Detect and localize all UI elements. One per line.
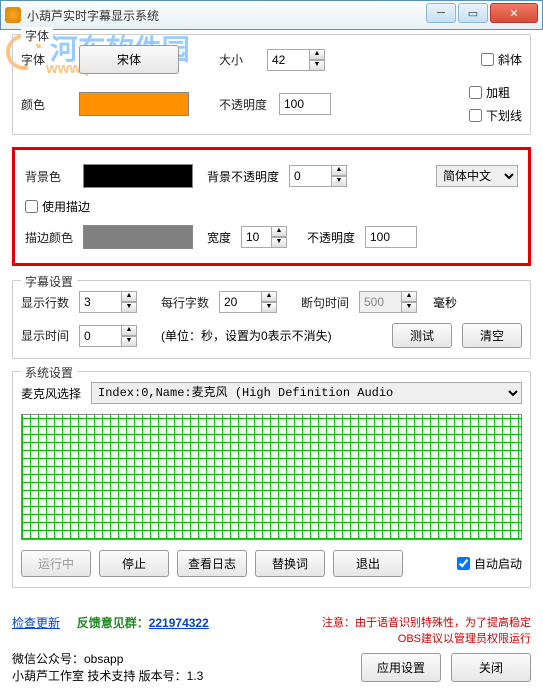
subtitle-group-label: 字幕设置 — [21, 273, 77, 290]
minimize-button[interactable]: ─ — [426, 3, 456, 23]
chevron-up-icon[interactable]: ▲ — [309, 49, 325, 60]
gap-label: 断句时间 — [301, 294, 359, 311]
duration-spinner[interactable]: ▲▼ — [79, 325, 137, 347]
bgopacity-label: 背景不透明度 — [207, 168, 289, 185]
feedback-label: 反馈意见群：221974322 — [77, 616, 209, 630]
studio-info: 小葫芦工作室 技术支持 版本号：1.3 — [12, 667, 203, 684]
footer: 检查更新 反馈意见群：221974322 注意：由于语音识别特殊性，为了提高稳定… — [0, 608, 543, 690]
maximize-button[interactable]: ▭ — [458, 3, 488, 23]
mic-select[interactable]: Index:0,Name:麦克风 (High Definition Audio — [91, 382, 522, 404]
chars-spinner[interactable]: ▲▼ — [219, 291, 277, 313]
stroke-opacity-input[interactable] — [365, 226, 417, 248]
width-label: 宽度 — [207, 229, 241, 246]
stroke-width-spinner[interactable]: ▲▼ — [241, 226, 287, 248]
subtitle-group: 字幕设置 显示行数 ▲▼ 每行字数 ▲▼ 断句时间 ▲▼ 毫秒 显示时间 ▲▼ … — [12, 280, 531, 359]
size-label: 大小 — [219, 51, 267, 68]
opacity-input[interactable] — [279, 93, 331, 115]
system-group-label: 系统设置 — [21, 364, 77, 381]
exit-button[interactable]: 退出 — [333, 550, 403, 577]
font-group-label: 字体 — [21, 27, 53, 44]
stop-button[interactable]: 停止 — [99, 550, 169, 577]
font-group: 字体 字体 宋体 大小 ▲▼ 斜体 颜色 不透明度 加粗 下划线 — [12, 34, 531, 135]
close-footer-button[interactable]: 关闭 — [451, 653, 531, 682]
bgcolor-label: 背景色 — [25, 168, 83, 185]
audio-waveform-grid — [21, 414, 522, 540]
mic-label: 麦克风选择 — [21, 385, 91, 402]
chars-label: 每行字数 — [161, 294, 219, 311]
chevron-down-icon[interactable]: ▼ — [309, 60, 325, 71]
duration-note: (单位：秒，设置为0表示不消失) — [161, 327, 332, 344]
note-line2: OBS建议以管理员权限运行 — [322, 630, 531, 646]
clear-button[interactable]: 清空 — [462, 323, 522, 348]
titlebar: 小葫芦实时字幕显示系统 ─ ▭ ✕ — [0, 0, 543, 30]
gap-spinner[interactable]: ▲▼ — [359, 291, 417, 313]
running-button: 运行中 — [21, 550, 91, 577]
background-group: 背景色 背景不透明度 ▲▼ 简体中文 使用描边 描边颜色 宽度 ▲▼ 不透明度 — [12, 147, 531, 266]
replace-button[interactable]: 替换词 — [255, 550, 325, 577]
autostart-checkbox[interactable]: 自动启动 — [457, 555, 522, 572]
opacity-label: 不透明度 — [219, 96, 279, 113]
bgopacity-spinner[interactable]: ▲▼ — [289, 165, 347, 187]
test-button[interactable]: 测试 — [392, 323, 452, 348]
bold-checkbox[interactable]: 加粗 — [469, 84, 522, 101]
lines-spinner[interactable]: ▲▼ — [79, 291, 137, 313]
stroke-color-swatch[interactable] — [83, 225, 193, 249]
check-update-link[interactable]: 检查更新 — [12, 616, 60, 630]
underline-checkbox[interactable]: 下划线 — [469, 107, 522, 124]
font-label: 字体 — [21, 51, 79, 68]
note-line1: 注意：由于语音识别特殊性，为了提高稳定 — [322, 614, 531, 630]
stroke-checkbox[interactable]: 使用描边 — [25, 198, 90, 215]
system-group: 系统设置 麦克风选择 Index:0,Name:麦克风 (High Defini… — [12, 371, 531, 588]
stroke-color-label: 描边颜色 — [25, 229, 83, 246]
wechat-info: 微信公众号：obsapp — [12, 650, 203, 667]
font-button[interactable]: 宋体 — [79, 45, 179, 74]
duration-label: 显示时间 — [21, 327, 79, 344]
app-icon — [5, 7, 21, 23]
close-button[interactable]: ✕ — [490, 3, 538, 23]
font-color-swatch[interactable] — [79, 92, 189, 116]
log-button[interactable]: 查看日志 — [177, 550, 247, 577]
stroke-opacity-label: 不透明度 — [307, 229, 365, 246]
feedback-qq-link[interactable]: 221974322 — [149, 616, 209, 630]
bgcolor-swatch[interactable] — [83, 164, 193, 188]
apply-button[interactable]: 应用设置 — [361, 653, 441, 682]
gap-unit: 毫秒 — [433, 294, 457, 311]
lines-label: 显示行数 — [21, 294, 79, 311]
italic-checkbox[interactable]: 斜体 — [481, 51, 522, 68]
language-select[interactable]: 简体中文 — [436, 165, 518, 187]
color-label: 颜色 — [21, 96, 79, 113]
size-spinner[interactable]: ▲▼ — [267, 49, 325, 71]
window-title: 小葫芦实时字幕显示系统 — [27, 7, 159, 24]
